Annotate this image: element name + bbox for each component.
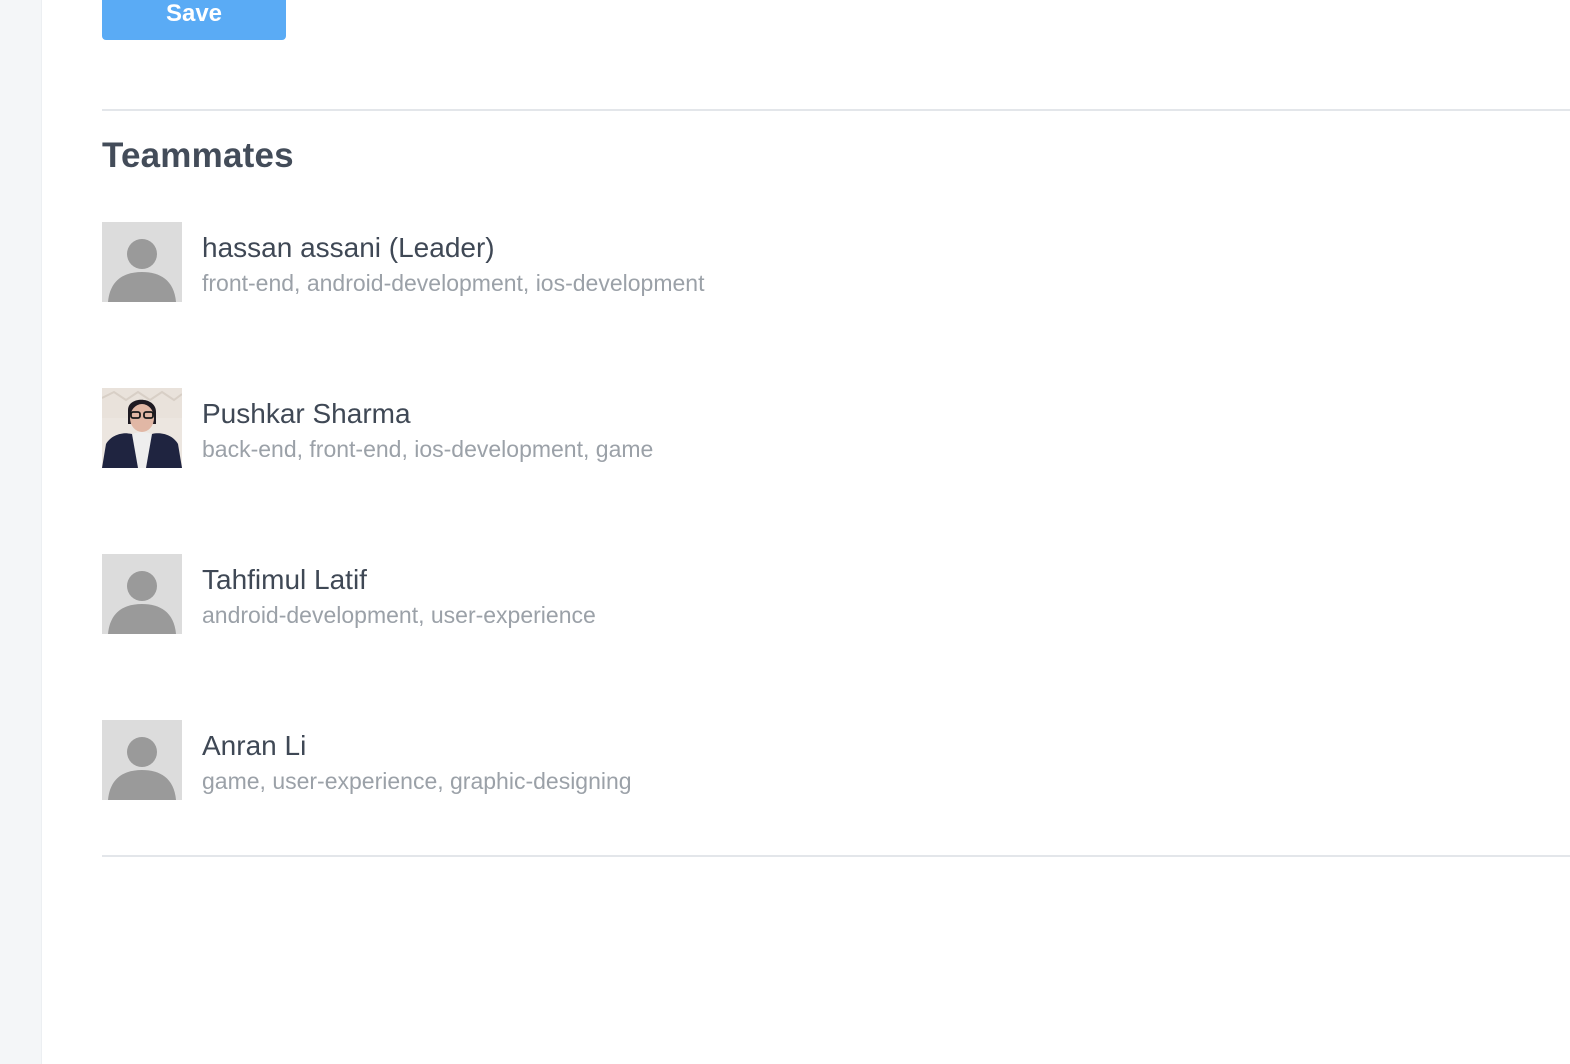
teammate-item[interactable]: Pushkar Sharma back-end, front-end, ios-… [102,388,653,468]
teammate-name: hassan assani (Leader) [202,232,495,263]
teammate-item[interactable]: Anran Li game, user-experience, graphic-… [102,720,632,800]
left-sidebar-rail [0,0,42,1064]
teammate-skills: game, user-experience, graphic-designing [202,768,632,794]
page: Save Teammates hassan assani (Leader) fr… [0,0,1570,1064]
default-avatar-icon [102,222,182,302]
teammate-name: Tahfimul Latif [202,564,367,595]
section-divider [102,855,1570,857]
save-button[interactable]: Save [102,0,286,40]
profile-photo [102,388,182,468]
teammates-heading: Teammates [102,136,294,175]
teammate-name: Pushkar Sharma [202,398,411,429]
teammate-skills: back-end, front-end, ios-development, ga… [202,436,654,462]
section-divider [102,109,1570,111]
teammate-name: Anran Li [202,730,307,761]
teammate-skills: front-end, android-development, ios-deve… [202,270,705,296]
teammate-item[interactable]: Tahfimul Latif android-development, user… [102,554,596,634]
default-avatar-icon [102,720,182,800]
teammate-skills: android-development, user-experience [202,602,596,628]
teammate-item[interactable]: hassan assani (Leader) front-end, androi… [102,222,704,302]
default-avatar-icon [102,554,182,634]
main-content: Save Teammates hassan assani (Leader) fr… [102,0,1570,1064]
